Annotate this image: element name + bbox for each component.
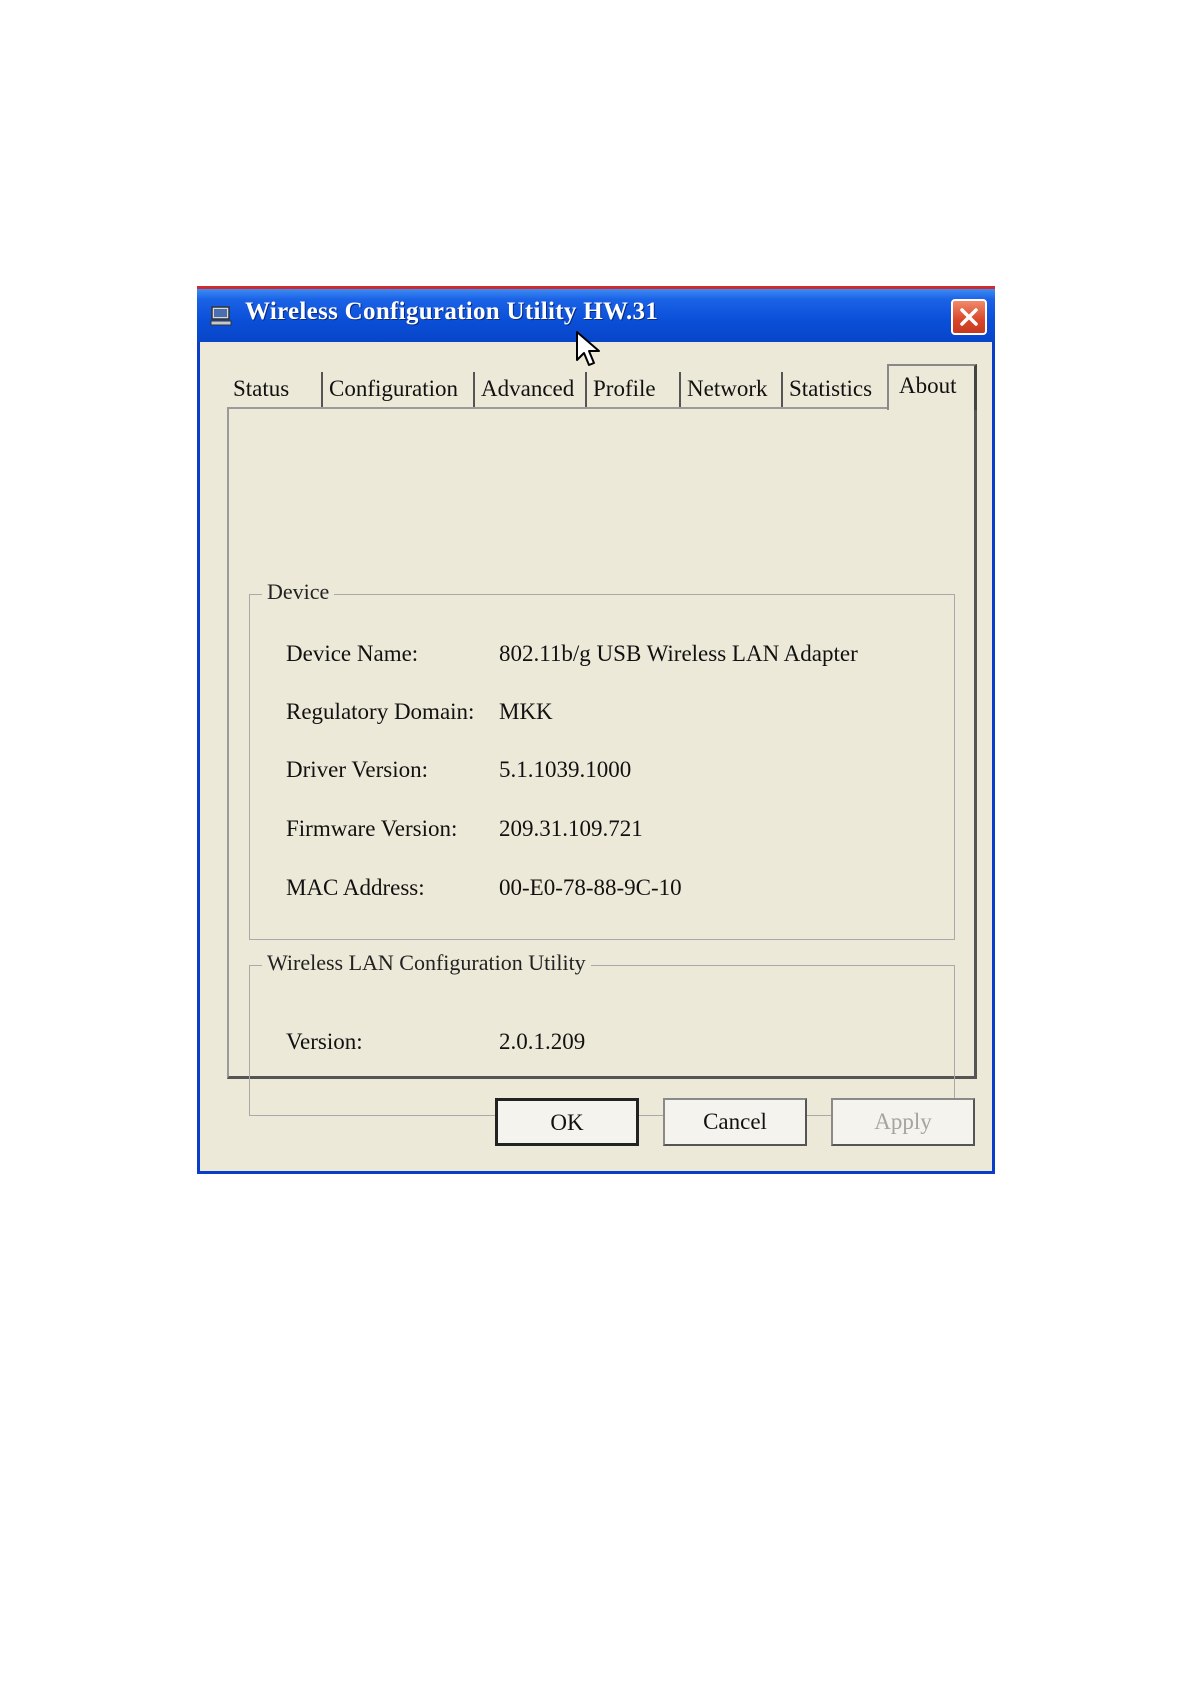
- close-button[interactable]: [951, 299, 987, 335]
- tab-label: Network: [687, 376, 768, 401]
- tab-about[interactable]: About: [887, 364, 977, 410]
- version-label: Version:: [286, 1029, 363, 1054]
- tab-status[interactable]: Status: [227, 372, 323, 408]
- tab-label: Profile: [593, 376, 656, 401]
- driver-version-value: 5.1.1039.1000: [499, 757, 632, 782]
- tab-network[interactable]: Network: [681, 372, 783, 408]
- driver-version-label: Driver Version:: [286, 757, 429, 782]
- close-icon: [960, 308, 978, 326]
- tab-label: Status: [233, 376, 290, 401]
- tab-label: Configuration: [329, 376, 459, 401]
- about-panel: Device Device Name: 802.11b/g USB Wirele…: [227, 407, 977, 1116]
- window-title: Wireless Configuration Utility HW.31: [245, 298, 659, 325]
- firmware-version-label: Firmware Version:: [286, 816, 458, 841]
- utility-group: Wireless LAN Configuration Utility Versi…: [249, 950, 955, 1116]
- device-group-title: Device: [262, 579, 335, 605]
- regulatory-domain-label: Regulatory Domain:: [286, 699, 475, 724]
- mac-address-value: 00-E0-78-88-9C-10: [499, 875, 682, 900]
- cancel-button[interactable]: Cancel: [663, 1098, 807, 1146]
- mouse-pointer-icon: [575, 330, 601, 370]
- tab-statistics[interactable]: Statistics: [783, 372, 887, 408]
- tab-label: Advanced: [481, 376, 575, 401]
- device-name-label: Device Name:: [286, 641, 419, 666]
- tab-strip: Status Configuration Advanced Profile Ne…: [227, 364, 977, 410]
- utility-group-title: Wireless LAN Configuration Utility: [262, 950, 591, 976]
- version-value: 2.0.1.209: [499, 1029, 586, 1054]
- device-group: Device Device Name: 802.11b/g USB Wirele…: [249, 579, 955, 940]
- device-name-value: 802.11b/g USB Wireless LAN Adapter: [499, 641, 858, 666]
- tab-advanced[interactable]: Advanced: [475, 372, 587, 408]
- tab-label: About: [899, 373, 957, 398]
- apply-button[interactable]: Apply: [831, 1098, 975, 1146]
- ok-button[interactable]: OK: [495, 1098, 639, 1146]
- tab-configuration[interactable]: Configuration: [323, 372, 475, 408]
- mac-address-label: MAC Address:: [286, 875, 425, 900]
- computer-monitor-icon: [210, 306, 232, 326]
- tab-profile[interactable]: Profile: [587, 372, 681, 408]
- tab-label: Statistics: [789, 376, 873, 401]
- firmware-version-value: 209.31.109.721: [499, 816, 643, 841]
- dialog-window: Wireless Configuration Utility HW.31 Sta…: [197, 286, 995, 1174]
- regulatory-domain-value: MKK: [499, 699, 553, 724]
